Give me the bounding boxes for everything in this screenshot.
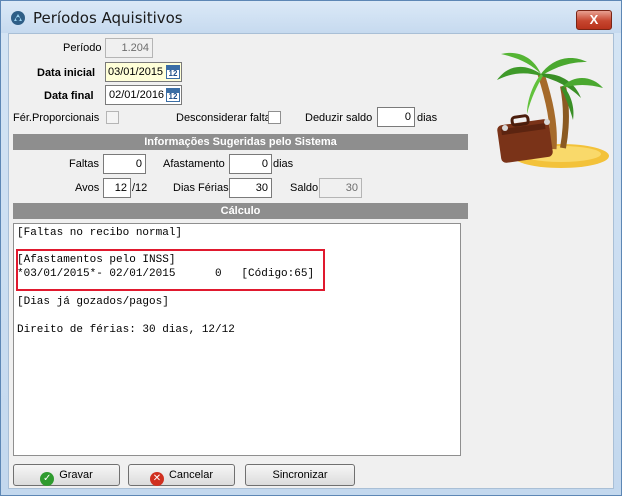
highlight-box: [16, 249, 325, 291]
window-title: Períodos Aquisitivos: [33, 9, 183, 27]
fer-proporcionais-label: Fér.Proporcionais: [13, 112, 100, 124]
periodo-label: Período: [63, 42, 102, 54]
avos-label: Avos: [75, 182, 100, 194]
deduzir-saldo-unit: dias: [417, 112, 438, 124]
app-icon: [11, 11, 25, 25]
title-bar[interactable]: Períodos Aquisitivos X: [1, 1, 621, 33]
cancel-icon: ✕: [149, 472, 164, 486]
deduzir-saldo-label: Deduzir saldo: [305, 112, 373, 124]
sincronizar-label: Sincronizar: [272, 469, 328, 481]
calendar-glyph: 12: [168, 92, 178, 101]
client-area: Período 1.204 Data inicial 03/01/2015 12…: [8, 33, 614, 489]
faltas-label: Faltas: [69, 158, 99, 170]
close-button[interactable]: X: [576, 10, 612, 30]
sugeridas-header: Informações Sugeridas pelo Sistema: [13, 134, 468, 150]
faltas-field[interactable]: 0: [103, 154, 146, 174]
calc-line: [Dias já gozados/pagos]: [17, 296, 169, 308]
dias-ferias-field[interactable]: 30: [229, 178, 272, 198]
calc-line: [Faltas no recibo normal]: [17, 227, 183, 239]
gravar-label: Gravar: [59, 469, 93, 481]
data-inicial-label: Data inicial: [37, 67, 96, 79]
check-icon: ✓: [40, 472, 55, 486]
calculo-header: Cálculo: [13, 203, 468, 219]
cancelar-label: Cancelar: [168, 469, 214, 481]
calendar-glyph: 12: [168, 69, 178, 78]
avos-unit: /12: [132, 182, 148, 194]
afastamento-unit: dias: [273, 158, 294, 170]
saldo-field: 30: [319, 178, 362, 198]
dias-ferias-label: Dias Férias: [173, 182, 229, 194]
afastamento-field[interactable]: 0: [229, 154, 272, 174]
fer-proporcionais-checkbox[interactable]: [106, 111, 119, 124]
desconsiderar-faltas-label: Desconsiderar faltas: [176, 112, 277, 124]
avos-field[interactable]: 12: [103, 178, 131, 198]
palm-tree-suitcase-icon: [497, 52, 609, 168]
desconsiderar-faltas-checkbox[interactable]: [268, 111, 281, 124]
deduzir-saldo-field[interactable]: 0: [377, 107, 415, 127]
data-final-label: Data final: [44, 90, 94, 102]
periodo-field: 1.204: [105, 38, 153, 58]
cancelar-button[interactable]: ✕ Cancelar: [128, 464, 235, 486]
calculo-text-area[interactable]: [Faltas no recibo normal] [Afastamentos …: [13, 223, 461, 456]
calendar-icon[interactable]: 12: [166, 88, 180, 102]
window: Períodos Aquisitivos X Período 1.204 Dat…: [0, 0, 622, 496]
sincronizar-button[interactable]: Sincronizar: [245, 464, 355, 486]
afastamento-label: Afastamento: [163, 158, 225, 170]
gravar-button[interactable]: ✓ Gravar: [13, 464, 120, 486]
saldo-label: Saldo: [290, 182, 319, 194]
calendar-icon[interactable]: 12: [166, 65, 180, 79]
calc-line: Direito de férias: 30 dias, 12/12: [17, 324, 235, 336]
